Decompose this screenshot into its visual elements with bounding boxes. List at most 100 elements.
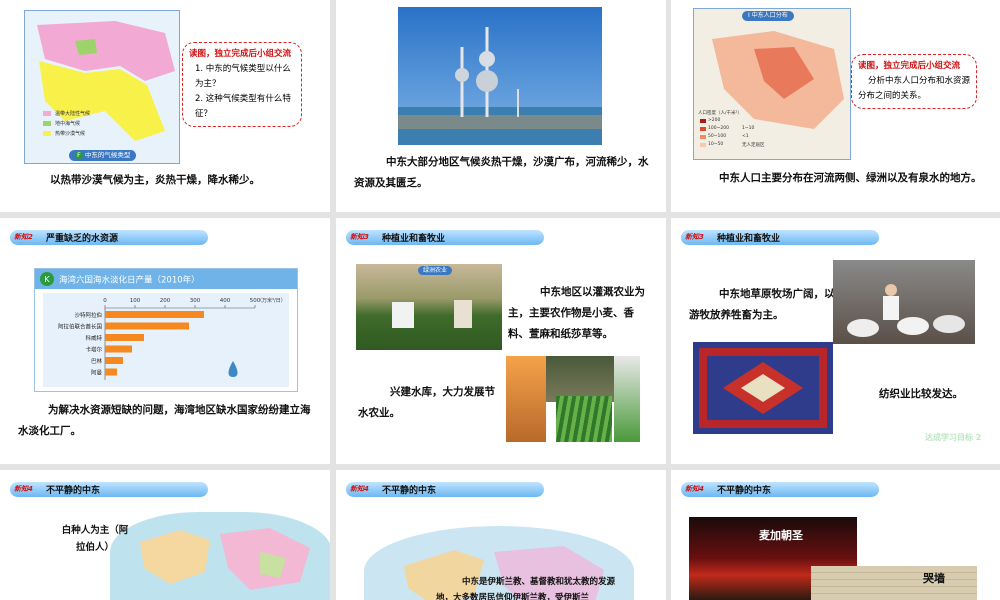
slide-kuwait-towers[interactable]: 中东大部分地区气候炎热干燥，沙漠广布，河流稀少，水资源及其匮乏。 [336,0,666,212]
slide-religion-map[interactable]: 新知4 不平静的中东 中东是伊斯兰教、基督教和犹太教的发源地，大多数居民信仰伊斯… [336,470,666,600]
legend-label: >200 [708,118,721,123]
section-title: 不平静的中东 [382,486,437,496]
climate-map: 温带大陆性气候 地中海气候 热带沙漠气候 F 中东的气候类型 [24,10,180,164]
slide-text-1: 中东地草原牧场广阔，以游牧放养牲畜为主。 [689,288,835,321]
legend-swatch [43,121,51,126]
legend-label: 50~100 [708,134,727,139]
towers-svg [398,27,602,145]
x-tick-label: 200 [160,298,171,304]
carpet-svg [699,348,827,428]
photo-caption-text: 绿洲农业 [423,267,448,274]
photo-label: 哭墙 [923,572,945,585]
slide-body: 中东人口主要分布在河流两侧、绿洲以及有泉水的地方。 [719,172,982,184]
bubble-head: 读图，独立完成后小组交流 [858,61,961,71]
shore [398,115,602,129]
x-tick-label: 100 [130,298,141,304]
photo-label: 麦加朝圣 [759,529,803,542]
bubble-head: 读图，独立完成后小组交流 [189,49,292,59]
legend-label: 无人定居区 [742,143,765,148]
bar [105,357,123,364]
bubble-question-1: 1. 中东的气候类型以什么为主？ [195,64,291,89]
population-map: I 中东人口分布 人口密度（人/千米²） >200 100~200 50~100… [693,8,851,160]
world-map-svg [140,528,310,590]
category-label: 阿曼 [91,369,103,377]
herder-head [885,284,897,296]
map-title: 中东人口分布 [751,12,788,19]
bubble-question-2: 2. 这种气候类型有什么特征？ [195,94,291,119]
slide-text-1: 中东地区以灌溉农业为主，主要农作物是小麦、香料、萱麻和纸莎草等。 [508,286,645,340]
bar [105,345,132,353]
photo-caption: 绿洲农业 [418,266,453,275]
sheep-herder-photo [833,260,975,344]
world-race-map [110,512,330,600]
bar [105,322,189,330]
section-pill: 新知3 种植业和畜牧业 [346,230,544,245]
legend-swatch [700,119,706,123]
tower-sphere [479,51,495,67]
learning-goal-link[interactable]: 达成学习目标 2 [925,432,981,443]
map-letter: F [75,151,83,159]
section-pill: 新知4 不平静的中东 [10,482,208,497]
section-pill: 新知4 不平静的中东 [346,482,544,497]
section-title: 严重缺乏的水资源 [46,234,119,244]
slide-agriculture[interactable]: 新知3 种植业和畜牧业 绿洲农业 中东地区以灌溉农业为主，主要农作物是小麦、香料… [336,218,666,464]
farm-svg [392,300,472,328]
slide-climate[interactable]: 温带大陆性气候 地中海气候 热带沙漠气候 F 中东的气候类型 读图，独立完成后小… [0,0,330,212]
slide-water-resources[interactable]: 新知2 严重缺乏的水资源 K 海湾六国海水淡化日产量（2010年） 0 100 20… [0,218,330,464]
persian-carpet-photo [693,342,833,434]
bar [105,334,144,341]
map-title: 中东的气候类型 [84,151,131,159]
sheep [847,319,879,337]
legend-title: 人口密度（人/千米²） [698,111,742,116]
sheep [897,317,929,335]
slide-text-2: 纺织业比较发达。 [879,388,963,400]
section-tag: 新知4 [350,485,369,493]
slide-body: 中东大部分地区气候炎热干燥，沙漠广布，河流稀少，水资源及其匮乏。 [354,156,649,189]
slide-race-map[interactable]: 新知4 不平静的中东 白种人为主（阿拉伯人） [0,470,330,600]
farmer-figure [392,302,414,328]
wailing-wall-photo: 哭墙 [811,566,977,600]
legend-label: 地中海气候 [55,121,81,127]
x-tick-label: 300 [190,298,201,304]
legend-swatch [700,143,706,147]
oasis-farming-photo: 绿洲农业 [356,264,502,350]
legend-label: 温带大陆性气候 [55,111,91,117]
sheep-svg [847,284,965,337]
tower-sphere [455,68,469,82]
category-label: 巴林 [91,357,103,365]
unit-label: （万米³/日） [257,297,286,304]
slide-pastoral[interactable]: 新知3 种植业和畜牧业 中东地草原牧场广阔，以游牧放养牲畜为主。 纺织业比较发达… [671,218,1000,464]
sheep [933,315,965,333]
section-pill: 新知4 不平静的中东 [681,482,879,497]
chart-letter: K [44,275,50,284]
slide-text: 白种人为主（阿拉伯人） [61,525,129,553]
section-title: 不平静的中东 [717,486,772,496]
bubble-text: 分析中东人口分布和水资源分布之间的关系。 [858,76,971,101]
legend-label: 100~200 [708,126,729,131]
climate-map-svg [37,21,175,141]
legend-swatch [43,131,51,136]
bar [105,311,204,318]
map-caption: I 中东人口分布 [742,11,794,21]
legend-swatch [43,111,51,116]
category-label: 沙特阿拉伯 [74,311,102,319]
section-title: 种植业和畜牧业 [717,234,781,244]
x-tick-label: 400 [220,298,231,304]
slide-population[interactable]: I 中东人口分布 人口密度（人/千米²） >200 100~200 50~100… [671,0,1000,212]
category-label: 科威特 [85,334,102,342]
category-label: 阿拉伯联合酋长国 [58,323,103,331]
section-tag: 新知4 [685,485,704,493]
slide-holy-sites[interactable]: 新知4 不平静的中东 麦加朝圣 哭墙 [671,470,1000,600]
legend-label: <1 [742,134,749,139]
section-tag: 新知2 [14,233,33,241]
drip-irrigation-photo [556,396,612,442]
slide-text-2: 兴建水库，大力发展节水农业。 [358,386,495,419]
section-title: 种植业和畜牧业 [382,234,446,244]
legend-label: 热带沙漠气候 [55,131,86,137]
category-label: 卡塔尔 [85,346,102,354]
dry-farmland-photo [506,356,546,442]
chart-panel [43,293,289,387]
section-title: 不平静的中东 [46,486,101,496]
map-letter: I [748,12,750,19]
continent-shape [140,530,210,584]
